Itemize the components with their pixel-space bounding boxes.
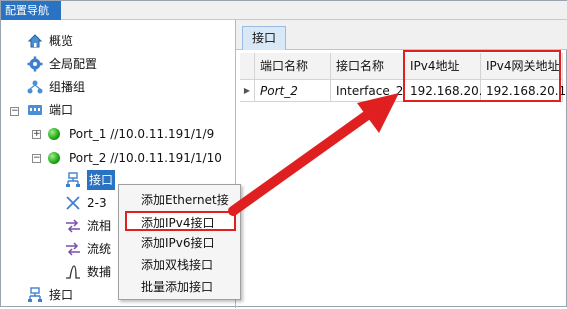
cell-gateway[interactable]: 192.168.20.1	[481, 80, 566, 102]
capture-wave-icon	[65, 264, 81, 280]
interface-icon	[27, 287, 43, 303]
cell-ipv4[interactable]: 192.168.20.2	[405, 80, 490, 102]
gear-icon	[27, 56, 43, 72]
port-icon	[27, 102, 43, 118]
column-header-port[interactable]: 端口名称	[255, 53, 331, 80]
row-header-corner	[240, 53, 255, 80]
stream-icon	[65, 218, 81, 234]
green-status-icon	[48, 152, 60, 164]
title-bar: 配置导航	[1, 1, 567, 20]
house-icon	[27, 33, 43, 49]
cell-interface[interactable]: Interface_2	[331, 80, 405, 102]
config-window: 配置导航 概览 全局配置 组播组 − 端口 + Port_1 //10.0.11…	[0, 0, 567, 308]
menu-item-add-dual-stack[interactable]: 添加双栈接口	[125, 255, 236, 275]
menu-item-add-ipv4[interactable]: 添加IPv4接口	[125, 211, 236, 231]
row-selector-icon[interactable]: ▶	[240, 80, 255, 102]
green-status-icon	[48, 128, 60, 140]
stream-stats-icon	[65, 241, 81, 257]
column-header-interface[interactable]: 接口名称	[331, 53, 405, 80]
window-title[interactable]: 配置导航	[1, 1, 61, 20]
cell-port[interactable]: Port_2	[255, 80, 331, 102]
expand-port1-button[interactable]: +	[32, 130, 41, 139]
tab-strip: 接口	[236, 20, 567, 50]
interface-icon	[65, 172, 81, 188]
menu-item-add-ipv6[interactable]: 添加IPv6接口	[125, 233, 236, 253]
menu-item-add-ethernet[interactable]: 添加Ethernet接口	[125, 190, 236, 227]
collapse-ports-button[interactable]: −	[10, 107, 19, 116]
menu-item-batch-add[interactable]: 批量添加接口	[125, 277, 236, 297]
crossed-arrows-icon	[65, 195, 81, 211]
context-menu: 添加Ethernet接口 添加IPv4接口 添加IPv6接口 添加双栈接口 批量…	[118, 184, 241, 300]
tab-interface[interactable]: 接口	[242, 26, 286, 50]
network-group-icon	[27, 79, 43, 95]
collapse-port2-button[interactable]: −	[32, 154, 41, 163]
column-header-ipv4[interactable]: IPv4地址	[405, 53, 481, 80]
column-header-gateway[interactable]: IPv4网关地址	[481, 53, 563, 80]
